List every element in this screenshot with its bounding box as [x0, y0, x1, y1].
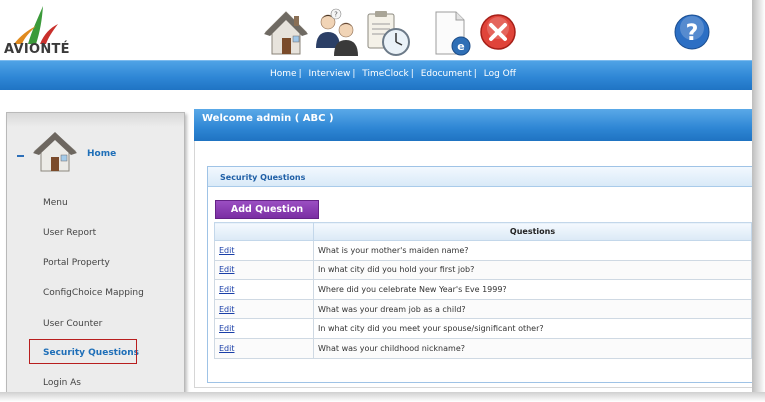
table-row: Edit What was your childhood nickname?	[214, 337, 752, 359]
svg-text:?: ?	[334, 11, 338, 19]
home-icon[interactable]	[262, 8, 310, 58]
app-header: AVIONTÉ ? e ?	[0, 0, 752, 60]
nav-separator: |	[473, 69, 477, 79]
add-question-button[interactable]: Add Question	[215, 200, 319, 219]
table-cell-action: Edit	[214, 298, 314, 320]
table-cell-question: In what city did you meet your spouse/si…	[313, 318, 752, 339]
column-header-action	[214, 222, 314, 241]
column-header-questions[interactable]: Questions	[313, 222, 752, 241]
welcome-bar: Welcome admin ( ABC )	[194, 109, 752, 141]
main-nav: Home | Interview | TimeClock | Edocument | L…	[270, 69, 516, 79]
sidebar-home-label[interactable]: Home	[87, 149, 116, 159]
edocument-icon[interactable]: e	[430, 8, 474, 58]
sidebar-home-icon[interactable]	[31, 129, 79, 175]
panel-header: Security Questions	[208, 167, 752, 187]
nav-timeclock[interactable]: TimeClock	[362, 69, 408, 79]
table-cell-action: Edit	[214, 259, 314, 281]
timeclock-icon[interactable]	[364, 8, 412, 58]
sidebar-item-user-report[interactable]: User Report	[43, 228, 96, 238]
table-row: Edit What is your mother's maiden name?	[214, 240, 752, 261]
page-edge-shadow	[752, 0, 765, 402]
collapse-minus-icon[interactable]	[17, 155, 24, 157]
svg-text:e: e	[457, 40, 464, 53]
sidebar-item-login-as[interactable]: Login As	[43, 378, 81, 388]
nav-home[interactable]: Home	[270, 69, 297, 79]
edit-link[interactable]: Edit	[219, 265, 235, 274]
sidebar-item-menu[interactable]: Menu	[43, 198, 68, 208]
table-cell-action: Edit	[214, 337, 314, 359]
table-row: Edit What was your dream job as a child?	[214, 298, 752, 320]
table-header-row: Questions	[214, 222, 752, 241]
table-cell-action: Edit	[214, 240, 314, 261]
sidebar-item-user-counter[interactable]: User Counter	[43, 319, 102, 329]
nav-edocument[interactable]: Edocument	[421, 69, 472, 79]
logoff-icon[interactable]	[478, 10, 518, 54]
table-row: Edit In what city did you meet your spou…	[214, 318, 752, 339]
table-cell-action: Edit	[214, 279, 314, 300]
nav-separator: |	[298, 69, 302, 79]
main-nav-bar: Home | Interview | TimeClock | Edocument | L…	[0, 60, 752, 90]
svg-text:?: ?	[686, 21, 699, 46]
sidebar-item-configchoice-mapping[interactable]: ConfigChoice Mapping	[43, 288, 144, 298]
sidebar-item-portal-property[interactable]: Portal Property	[43, 258, 110, 268]
table-cell-question: In what city did you hold your first job…	[313, 259, 752, 281]
nav-separator: |	[352, 69, 356, 79]
table-cell-question: What was your childhood nickname?	[313, 337, 752, 359]
edit-link[interactable]: Edit	[219, 285, 235, 294]
questions-table: Questions Edit What is your mother's mai…	[214, 222, 752, 359]
table-row: Edit Where did you celebrate New Year's …	[214, 279, 752, 300]
table-cell-question: What is your mother's maiden name?	[313, 240, 752, 261]
highlight-box	[29, 339, 137, 364]
brand-name: AVIONTÉ	[4, 42, 70, 57]
table-cell-action: Edit	[214, 318, 314, 339]
table-cell-question: What was your dream job as a child?	[313, 298, 752, 320]
nav-interview[interactable]: Interview	[309, 69, 351, 79]
table-row: Edit In what city did you hold your firs…	[214, 259, 752, 281]
sidebar: Home Menu User Report Portal Property Co…	[6, 112, 185, 402]
panel-title: Security Questions	[220, 173, 306, 182]
interview-icon[interactable]: ?	[312, 8, 360, 58]
table-cell-question: Where did you celebrate New Year's Eve 1…	[313, 279, 752, 300]
nav-separator: |	[410, 69, 414, 79]
edit-link[interactable]: Edit	[219, 305, 235, 314]
help-icon[interactable]: ?	[674, 14, 710, 50]
edit-link[interactable]: Edit	[219, 344, 235, 353]
page-bottom-shadow	[0, 392, 765, 402]
welcome-text: Welcome admin ( ABC )	[202, 113, 334, 124]
nav-log-off[interactable]: Log Off	[484, 69, 516, 79]
edit-link[interactable]: Edit	[219, 324, 235, 333]
edit-link[interactable]: Edit	[219, 246, 235, 255]
